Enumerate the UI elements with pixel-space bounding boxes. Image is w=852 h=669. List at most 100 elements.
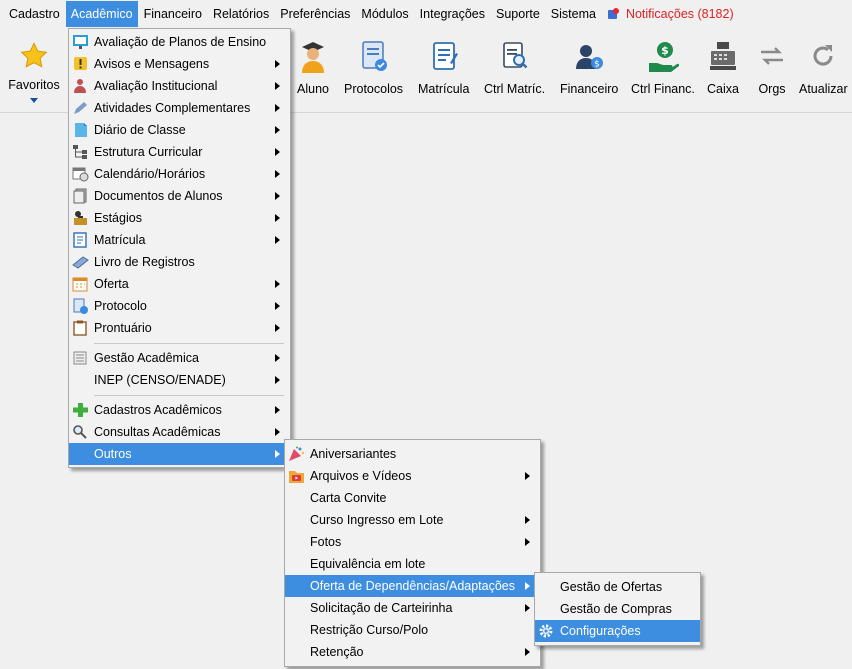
- enrollment-icon: [427, 38, 461, 74]
- pencil-icon: [72, 100, 89, 116]
- matricula-label: Matrícula: [418, 82, 470, 96]
- toolbar-matricula[interactable]: Matrícula: [418, 38, 469, 96]
- chevron-down-icon: [30, 98, 38, 103]
- submenu-arrow-icon: [275, 148, 280, 156]
- menu-item-avaliacao-planos[interactable]: Avaliação de Planos de Ensino: [69, 31, 290, 53]
- menu-item-configuracoes[interactable]: Configurações: [535, 620, 700, 642]
- submenu-arrow-icon: [275, 324, 280, 332]
- menu-item-oferta-dependencias[interactable]: Oferta de Dependências/Adaptações: [285, 575, 540, 597]
- menu-item-atividades-complementares[interactable]: Atividades Complementares: [69, 97, 290, 119]
- menu-item-protocolo[interactable]: Protocolo: [69, 295, 290, 317]
- atualizar-label: Atualizar: [799, 82, 848, 96]
- search-icon: [72, 424, 89, 440]
- submenu-arrow-icon: [275, 192, 280, 200]
- menu-item-avisos-mensagens[interactable]: Avisos e Mensagens: [69, 53, 290, 75]
- submenu-arrow-icon: [525, 516, 530, 524]
- menu-cadastro[interactable]: Cadastro: [4, 2, 65, 26]
- favoritos-button[interactable]: Favoritos: [8, 38, 60, 103]
- menu-modulos[interactable]: Módulos: [356, 2, 413, 26]
- document-search-icon: [498, 38, 532, 74]
- toolbar-aluno[interactable]: Aluno: [296, 38, 330, 96]
- menu-item-carta-convite[interactable]: Carta Convite: [285, 487, 540, 509]
- diary-icon: [72, 122, 89, 138]
- gear-icon: [538, 623, 555, 639]
- toolbar-ctrl-financ[interactable]: $ Ctrl Financ.: [631, 38, 695, 96]
- submenu-arrow-icon: [275, 376, 280, 384]
- orgs-label: Orgs: [758, 82, 786, 96]
- favoritos-label: Favoritos: [8, 78, 60, 92]
- menu-suporte[interactable]: Suporte: [491, 2, 545, 26]
- toolbar-atualizar[interactable]: Atualizar: [799, 38, 848, 96]
- menu-item-gestao-academica[interactable]: Gestão Acadêmica: [69, 347, 290, 369]
- calendar-clock-icon: [72, 166, 89, 182]
- clipboard-icon: [72, 320, 89, 336]
- menu-preferencias[interactable]: Preferências: [275, 2, 355, 26]
- menu-item-cadastros-academicos[interactable]: Cadastros Acadêmicos: [69, 399, 290, 421]
- menu-item-fotos[interactable]: Fotos: [285, 531, 540, 553]
- menu-item-documentos-alunos[interactable]: Documentos de Alunos: [69, 185, 290, 207]
- party-icon: [288, 446, 305, 462]
- menu-item-oferta[interactable]: Oferta: [69, 273, 290, 295]
- notifications-label: Notificações (8182): [625, 7, 734, 21]
- menu-separator: [69, 339, 290, 347]
- swap-arrows-icon: [755, 38, 789, 74]
- menu-item-matricula[interactable]: Matrícula: [69, 229, 290, 251]
- submenu-arrow-icon: [275, 236, 280, 244]
- menu-item-curso-ingresso-lote[interactable]: Curso Ingresso em Lote: [285, 509, 540, 531]
- ctrl-matric-label: Ctrl Matríc.: [484, 82, 546, 96]
- person-evaluation-icon: [72, 78, 89, 94]
- submenu-arrow-icon: [275, 214, 280, 222]
- menu-item-avaliacao-institucional[interactable]: Avaliação Institucional: [69, 75, 290, 97]
- svg-text:$: $: [594, 60, 600, 70]
- toolbar-orgs[interactable]: Orgs: [755, 38, 789, 96]
- menu-item-aniversariantes[interactable]: Aniversariantes: [285, 443, 540, 465]
- notifications-link[interactable]: Notificações (8182): [602, 7, 734, 21]
- plus-icon: [72, 402, 89, 418]
- toolbar-protocolos[interactable]: Protocolos: [344, 38, 403, 96]
- book-icon: [72, 254, 89, 270]
- menu-item-arquivos-videos[interactable]: Arquivos e Vídeos: [285, 465, 540, 487]
- toolbar-caixa[interactable]: Caixa: [706, 38, 740, 96]
- ctrl-financ-label: Ctrl Financ.: [631, 82, 695, 96]
- menu-sistema[interactable]: Sistema: [546, 2, 601, 26]
- submenu-arrow-icon: [275, 280, 280, 288]
- menu-item-outros[interactable]: Outros: [69, 443, 290, 465]
- outros-submenu: Aniversariantes Arquivos e Vídeos Carta …: [284, 439, 541, 667]
- aluno-label: Aluno: [297, 82, 329, 96]
- submenu-arrow-icon: [275, 104, 280, 112]
- menu-item-estagios[interactable]: Estágios: [69, 207, 290, 229]
- warning-icon: [72, 56, 89, 72]
- menu-academico[interactable]: Acadêmico: [65, 1, 138, 27]
- video-folder-icon: [288, 468, 305, 484]
- menu-item-consultas-academicas[interactable]: Consultas Acadêmicas: [69, 421, 290, 443]
- menu-item-inep[interactable]: INEP (CENSO/ENADE): [69, 369, 290, 391]
- list-icon: [72, 350, 89, 366]
- internship-icon: [72, 210, 89, 226]
- menu-item-diario-classe[interactable]: Diário de Classe: [69, 119, 290, 141]
- menu-item-restricao-curso-polo[interactable]: Restrição Curso/Polo: [285, 619, 540, 641]
- menu-relatorios[interactable]: Relatórios: [208, 2, 274, 26]
- presentation-icon: [72, 34, 89, 50]
- submenu-arrow-icon: [275, 450, 280, 458]
- menu-item-livro-registros[interactable]: Livro de Registros: [69, 251, 290, 273]
- protocolos-label: Protocolos: [344, 82, 404, 96]
- toolbar-financeiro[interactable]: $ Financeiro: [560, 38, 618, 96]
- menu-item-estrutura-curricular[interactable]: Estrutura Curricular: [69, 141, 290, 163]
- menu-item-retencao[interactable]: Retenção: [285, 641, 540, 663]
- menu-integracoes[interactable]: Integrações: [415, 2, 490, 26]
- menu-item-calendario-horarios[interactable]: Calendário/Horários: [69, 163, 290, 185]
- submenu-arrow-icon: [275, 126, 280, 134]
- menu-financeiro[interactable]: Financeiro: [139, 2, 207, 26]
- submenu-arrow-icon: [275, 170, 280, 178]
- menu-item-prontuario[interactable]: Prontuário: [69, 317, 290, 339]
- menu-item-equivalencia-lote[interactable]: Equivalência em lote: [285, 553, 540, 575]
- svg-text:$: $: [661, 44, 669, 57]
- menu-item-gestao-ofertas[interactable]: Gestão de Ofertas: [535, 576, 700, 598]
- toolbar-ctrl-matric[interactable]: Ctrl Matríc.: [484, 38, 545, 96]
- submenu-arrow-icon: [275, 428, 280, 436]
- menu-item-solicitacao-carteirinha[interactable]: Solicitação de Carteirinha: [285, 597, 540, 619]
- protocol-check-icon: [72, 298, 89, 314]
- academico-menu: Avaliação de Planos de Ensino Avisos e M…: [68, 28, 291, 468]
- menu-item-gestao-compras[interactable]: Gestão de Compras: [535, 598, 700, 620]
- star-icon: [17, 38, 51, 74]
